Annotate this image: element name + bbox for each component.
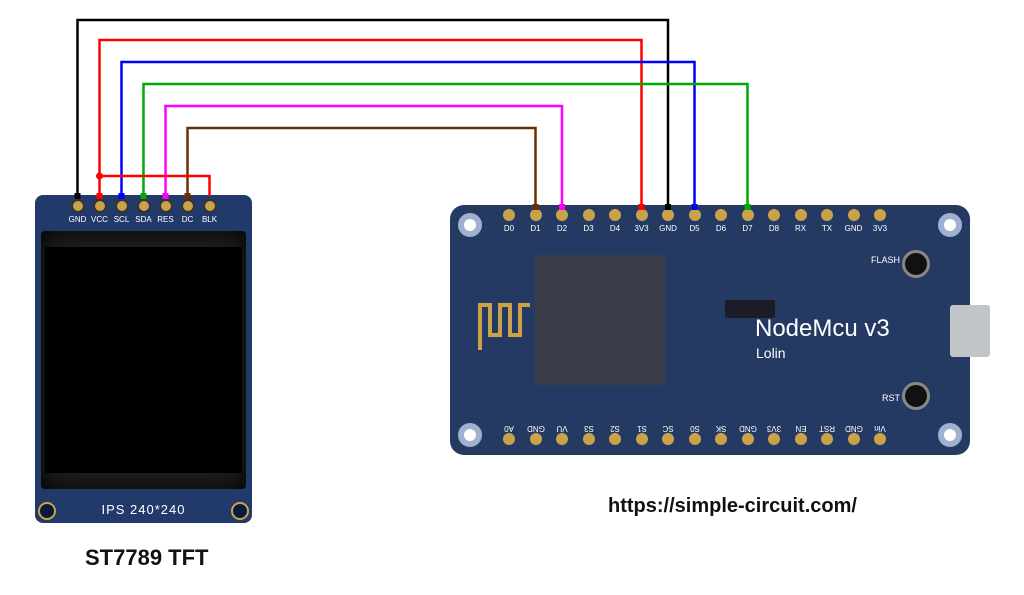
mount-hole (458, 423, 482, 447)
tft-pin-vcc: VCC (89, 199, 111, 229)
mcu-top-pin-d5-7: D5 (686, 209, 704, 239)
mcu-bot-pin-en-11: EN (792, 421, 810, 451)
mcu-bot-pin-vu-2: VU (553, 421, 571, 451)
wire-gnd-to-gnd (78, 20, 669, 207)
micro-usb-port-icon (950, 305, 990, 357)
mcu-top-pin-d1-1: D1 (527, 209, 545, 239)
mcu-bot-pin-s1-5: S1 (633, 421, 651, 451)
mcu-top-pin-gnd-6: GND (659, 209, 677, 239)
mcu-bot-pin-a0-0: A0 (500, 421, 518, 451)
wire-blk (100, 176, 210, 196)
mcu-bot-pin-gnd-1: GND (527, 421, 545, 451)
flash-button-label: FLASH (871, 255, 900, 265)
wire-node-vcc (96, 173, 103, 180)
nodemcu-board: FLASH RST NodeMcu v3 Lolin D0 D1 D2 D3 D4 3V3… (450, 205, 970, 455)
rst-button[interactable] (902, 382, 930, 410)
mcu-top-pin-tx-12: TX (818, 209, 836, 239)
wire-scl-to-d5 (122, 62, 695, 207)
mcu-bot-pin-s2-4: S2 (606, 421, 624, 451)
mcu-top-pin-d7-9: D7 (739, 209, 757, 239)
mcu-top-pin-d3-3: D3 (580, 209, 598, 239)
mount-hole (938, 423, 962, 447)
tft-pin-blk: BLK (199, 199, 221, 229)
mcu-pin-header-top: D0 D1 D2 D3 D4 3V3 GND D5 D6 D7 D8 RX TX GND 3V3 (500, 209, 889, 239)
mcu-top-pin-3v3-5: 3V3 (633, 209, 651, 239)
tft-pin-header: GND VCC SCL SDA RES DC BLK (35, 199, 252, 229)
source-url-label: https://simple-circuit.com/ (608, 495, 857, 518)
mount-hole (938, 213, 962, 237)
rst-button-label: RST (882, 393, 900, 403)
mcu-bot-pin-vin-14: Vin (871, 421, 889, 451)
mcu-bot-pin-rst-12: RST (818, 421, 836, 451)
tft-pin-sda: SDA (133, 199, 155, 229)
wire-sda-to-d7 (144, 84, 748, 207)
tft-model-text: IPS 240*240 (35, 502, 252, 517)
mcu-bot-pin-sk-8: SK (712, 421, 730, 451)
mcu-top-pin-gnd-13: GND (845, 209, 863, 239)
mcu-bot-pin-gnd-9: GND (739, 421, 757, 451)
mcu-top-pin-3v3-14: 3V3 (871, 209, 889, 239)
mcu-bot-pin-gnd-13: GND (845, 421, 863, 451)
flash-button[interactable] (902, 250, 930, 278)
mcu-top-pin-d0-0: D0 (500, 209, 518, 239)
tft-module: GND VCC SCL SDA RES DC BLK IPS 240*240 (35, 195, 252, 523)
mcu-bot-pin-s0-7: S0 (686, 421, 704, 451)
mcu-bot-pin-s3-3: S3 (580, 421, 598, 451)
tft-screen-area (45, 247, 242, 473)
mcu-top-pin-d4-4: D4 (606, 209, 624, 239)
board-title: NodeMcu v3 (755, 315, 890, 343)
mcu-bot-pin-3v3-10: 3V3 (765, 421, 783, 451)
mcu-top-pin-rx-11: RX (792, 209, 810, 239)
mcu-pin-header-bottom: A0 GND VU S3 S2 S1 SC S0 SK GND 3V3 EN RST GND Vin (500, 421, 889, 451)
esp8266-chip-icon (535, 255, 665, 385)
tft-component-label: ST7789 TFT (85, 545, 208, 571)
mcu-top-pin-d8-10: D8 (765, 209, 783, 239)
mcu-top-pin-d6-8: D6 (712, 209, 730, 239)
wire-vcc-to-3v3 (100, 40, 642, 207)
wire-res-to-d2 (166, 106, 563, 207)
tft-pin-scl: SCL (111, 199, 133, 229)
mcu-bot-pin-sc-6: SC (659, 421, 677, 451)
tft-screen-bezel (41, 231, 246, 489)
tft-pin-res: RES (155, 199, 177, 229)
tft-pin-gnd: GND (67, 199, 89, 229)
tft-pin-dc: DC (177, 199, 199, 229)
mount-hole (458, 213, 482, 237)
board-subtitle: Lolin (756, 345, 786, 361)
wifi-antenna-icon (475, 295, 530, 355)
mcu-top-pin-d2-2: D2 (553, 209, 571, 239)
